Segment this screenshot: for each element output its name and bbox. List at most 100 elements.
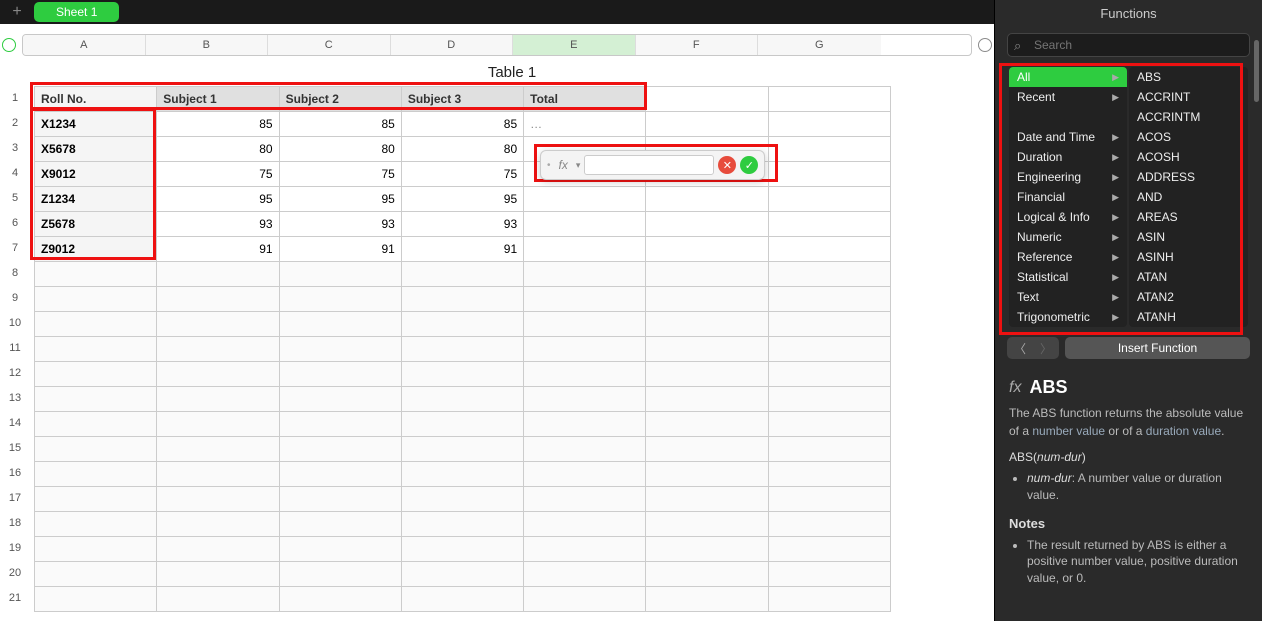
cell-empty[interactable] — [157, 387, 279, 412]
function-item[interactable]: ATAN2 — [1129, 287, 1248, 307]
row-header[interactable]: 16 — [0, 461, 30, 486]
cell-empty[interactable] — [401, 312, 523, 337]
category-item[interactable]: Financial▶ — [1009, 187, 1127, 207]
category-list[interactable]: All▶Recent▶Date and Time▶Duration▶Engine… — [1009, 67, 1127, 327]
cell-empty[interactable] — [157, 487, 279, 512]
cell-total[interactable] — [524, 237, 646, 262]
row-header[interactable]: 4 — [0, 161, 30, 186]
cell-empty[interactable] — [646, 112, 768, 137]
link-duration-value[interactable]: duration value — [1146, 424, 1221, 438]
cell-empty[interactable] — [279, 487, 401, 512]
insert-function-button[interactable]: Insert Function — [1065, 337, 1250, 359]
drag-handle-icon[interactable]: • — [547, 160, 551, 171]
cell-empty[interactable] — [768, 587, 890, 612]
header-cell[interactable]: Subject 2 — [279, 87, 401, 112]
cell-empty[interactable] — [646, 337, 768, 362]
header-cell[interactable]: Subject 3 — [401, 87, 523, 112]
header-cell[interactable]: Total — [524, 87, 646, 112]
row-header[interactable]: 2 — [0, 111, 30, 136]
cell-empty[interactable] — [279, 337, 401, 362]
cell-subject[interactable]: 91 — [279, 237, 401, 262]
cell-empty[interactable] — [646, 312, 768, 337]
cell-empty[interactable] — [401, 412, 523, 437]
add-sheet-button[interactable]: + — [8, 3, 26, 21]
cell-subject[interactable]: 80 — [279, 137, 401, 162]
sheet-tab[interactable]: Sheet 1 — [34, 2, 119, 22]
cell-empty[interactable] — [768, 137, 890, 162]
cell-empty[interactable] — [401, 262, 523, 287]
cell-roll[interactable]: Z1234 — [35, 187, 157, 212]
cell-empty[interactable] — [646, 287, 768, 312]
category-item[interactable]: Duration▶ — [1009, 147, 1127, 167]
cell-empty[interactable] — [646, 437, 768, 462]
row-header[interactable]: 17 — [0, 486, 30, 511]
cell-empty[interactable] — [524, 262, 646, 287]
cell-empty[interactable] — [524, 487, 646, 512]
row-header[interactable]: 7 — [0, 236, 30, 261]
function-search-input[interactable] — [1007, 33, 1250, 57]
cell-roll[interactable]: Z9012 — [35, 237, 157, 262]
function-item[interactable]: ASINH — [1129, 247, 1248, 267]
category-item[interactable]: Engineering▶ — [1009, 167, 1127, 187]
cell-empty[interactable] — [646, 237, 768, 262]
cell-total[interactable] — [524, 212, 646, 237]
function-item[interactable]: ADDRESS — [1129, 167, 1248, 187]
row-handle-start[interactable] — [0, 34, 18, 56]
column-header-C[interactable]: C — [268, 35, 391, 55]
column-header-B[interactable]: B — [146, 35, 269, 55]
cell-empty[interactable] — [646, 262, 768, 287]
cell-empty[interactable] — [524, 287, 646, 312]
function-item[interactable]: ACCRINTM — [1129, 107, 1248, 127]
row-header[interactable]: 19 — [0, 536, 30, 561]
function-item[interactable]: ASIN — [1129, 227, 1248, 247]
cell-empty[interactable] — [401, 462, 523, 487]
cell-subject[interactable]: 93 — [279, 212, 401, 237]
cell-empty[interactable] — [35, 437, 157, 462]
row-header[interactable]: 18 — [0, 511, 30, 536]
cell-total[interactable]: … — [524, 112, 646, 137]
cell-empty[interactable] — [768, 212, 890, 237]
cell-empty[interactable] — [279, 537, 401, 562]
row-header[interactable]: 5 — [0, 186, 30, 211]
cell-empty[interactable] — [646, 487, 768, 512]
cell-empty[interactable] — [646, 412, 768, 437]
cell-empty[interactable] — [524, 412, 646, 437]
cell-empty[interactable] — [768, 437, 890, 462]
cell-empty[interactable] — [401, 512, 523, 537]
cell-empty[interactable] — [279, 412, 401, 437]
formula-input[interactable] — [584, 155, 714, 175]
cell-subject[interactable]: 85 — [401, 112, 523, 137]
cell-empty[interactable] — [768, 337, 890, 362]
cell-empty[interactable] — [157, 262, 279, 287]
function-item[interactable]: ABS — [1129, 67, 1248, 87]
cell-subject[interactable]: 75 — [401, 162, 523, 187]
cell-empty[interactable] — [279, 262, 401, 287]
cell-subject[interactable]: 75 — [279, 162, 401, 187]
cell-empty[interactable] — [157, 537, 279, 562]
cell-subject[interactable]: 85 — [279, 112, 401, 137]
cell-subject[interactable]: 95 — [157, 187, 279, 212]
cell-empty[interactable] — [524, 587, 646, 612]
cell-empty[interactable] — [35, 462, 157, 487]
cell-empty[interactable] — [279, 437, 401, 462]
row-header[interactable]: 12 — [0, 361, 30, 386]
function-item[interactable]: ATAN — [1129, 267, 1248, 287]
row-header[interactable]: 6 — [0, 211, 30, 236]
cell-empty[interactable] — [35, 337, 157, 362]
column-header-E[interactable]: E — [513, 35, 636, 55]
header-cell[interactable]: Subject 1 — [157, 87, 279, 112]
cell-empty[interactable] — [157, 412, 279, 437]
cell-empty[interactable] — [646, 212, 768, 237]
cell-roll[interactable]: Z5678 — [35, 212, 157, 237]
cell-empty[interactable] — [157, 362, 279, 387]
cell-empty[interactable] — [279, 562, 401, 587]
row-header[interactable]: 13 — [0, 386, 30, 411]
function-item[interactable]: ACOS — [1129, 127, 1248, 147]
row-header[interactable]: 15 — [0, 436, 30, 461]
cell-empty[interactable] — [524, 437, 646, 462]
function-list[interactable]: ABSACCRINTACCRINTMACOSACOSHADDRESSANDARE… — [1129, 67, 1248, 327]
function-item[interactable]: ATANH — [1129, 307, 1248, 327]
cell-empty[interactable] — [279, 587, 401, 612]
category-item[interactable]: Date and Time▶ — [1009, 127, 1127, 147]
cell-empty[interactable] — [157, 512, 279, 537]
